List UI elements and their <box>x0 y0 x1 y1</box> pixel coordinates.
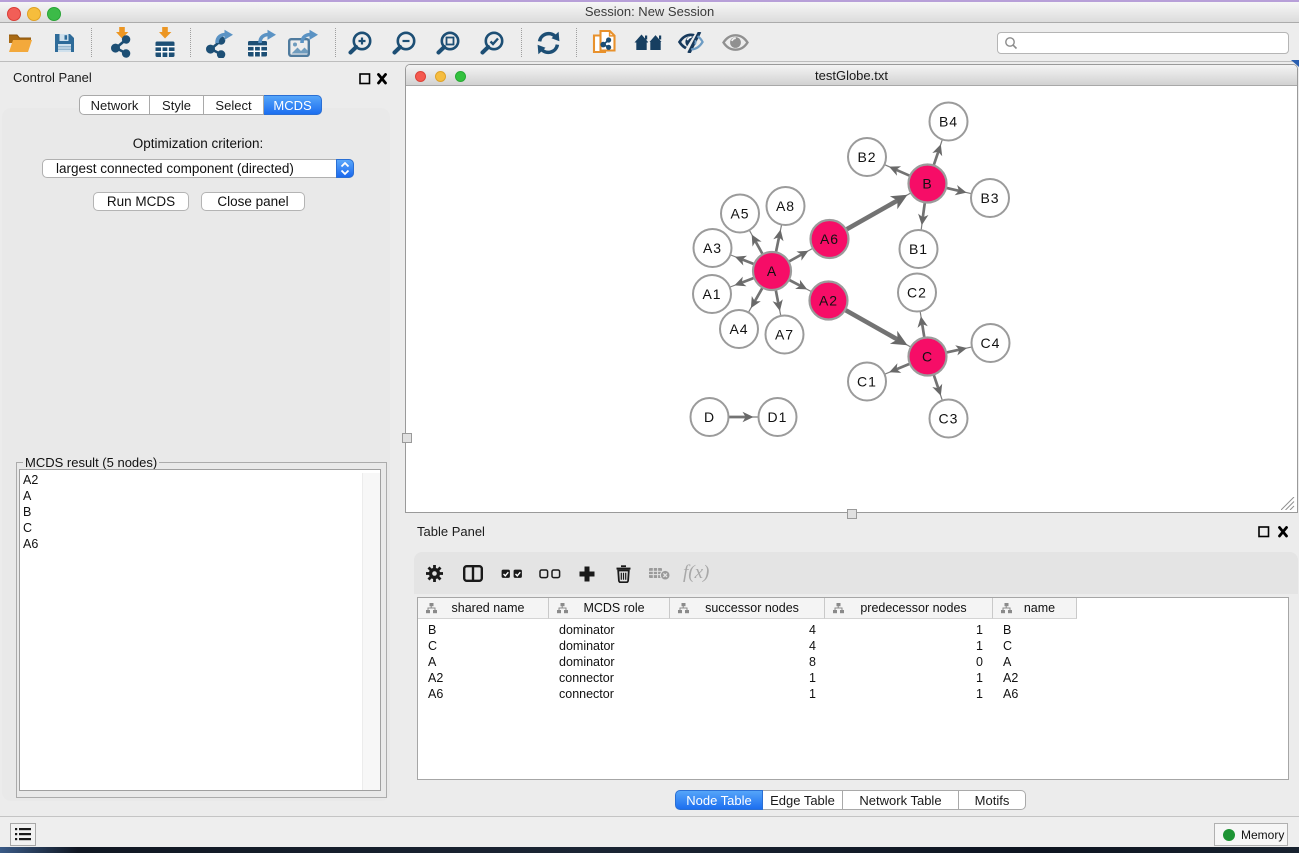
svg-text:A: A <box>767 263 777 279</box>
svg-text:C2: C2 <box>907 284 927 300</box>
svg-text:C4: C4 <box>981 335 1001 351</box>
svg-text:A6: A6 <box>820 231 839 247</box>
svg-text:A2: A2 <box>819 292 838 308</box>
svg-text:B1: B1 <box>909 241 928 257</box>
svg-text:D: D <box>704 409 715 425</box>
svg-text:A7: A7 <box>775 326 794 342</box>
svg-text:B3: B3 <box>980 190 999 206</box>
svg-text:C: C <box>922 348 933 364</box>
svg-text:B: B <box>922 175 932 191</box>
svg-text:B4: B4 <box>939 113 958 129</box>
svg-text:B2: B2 <box>857 149 876 165</box>
svg-text:A4: A4 <box>729 321 748 337</box>
svg-text:C3: C3 <box>939 410 959 426</box>
svg-text:A8: A8 <box>776 198 795 214</box>
svg-text:A1: A1 <box>702 286 721 302</box>
svg-text:A5: A5 <box>730 205 749 221</box>
svg-text:C1: C1 <box>857 373 877 389</box>
svg-text:D1: D1 <box>768 409 788 425</box>
svg-text:A3: A3 <box>703 240 722 256</box>
